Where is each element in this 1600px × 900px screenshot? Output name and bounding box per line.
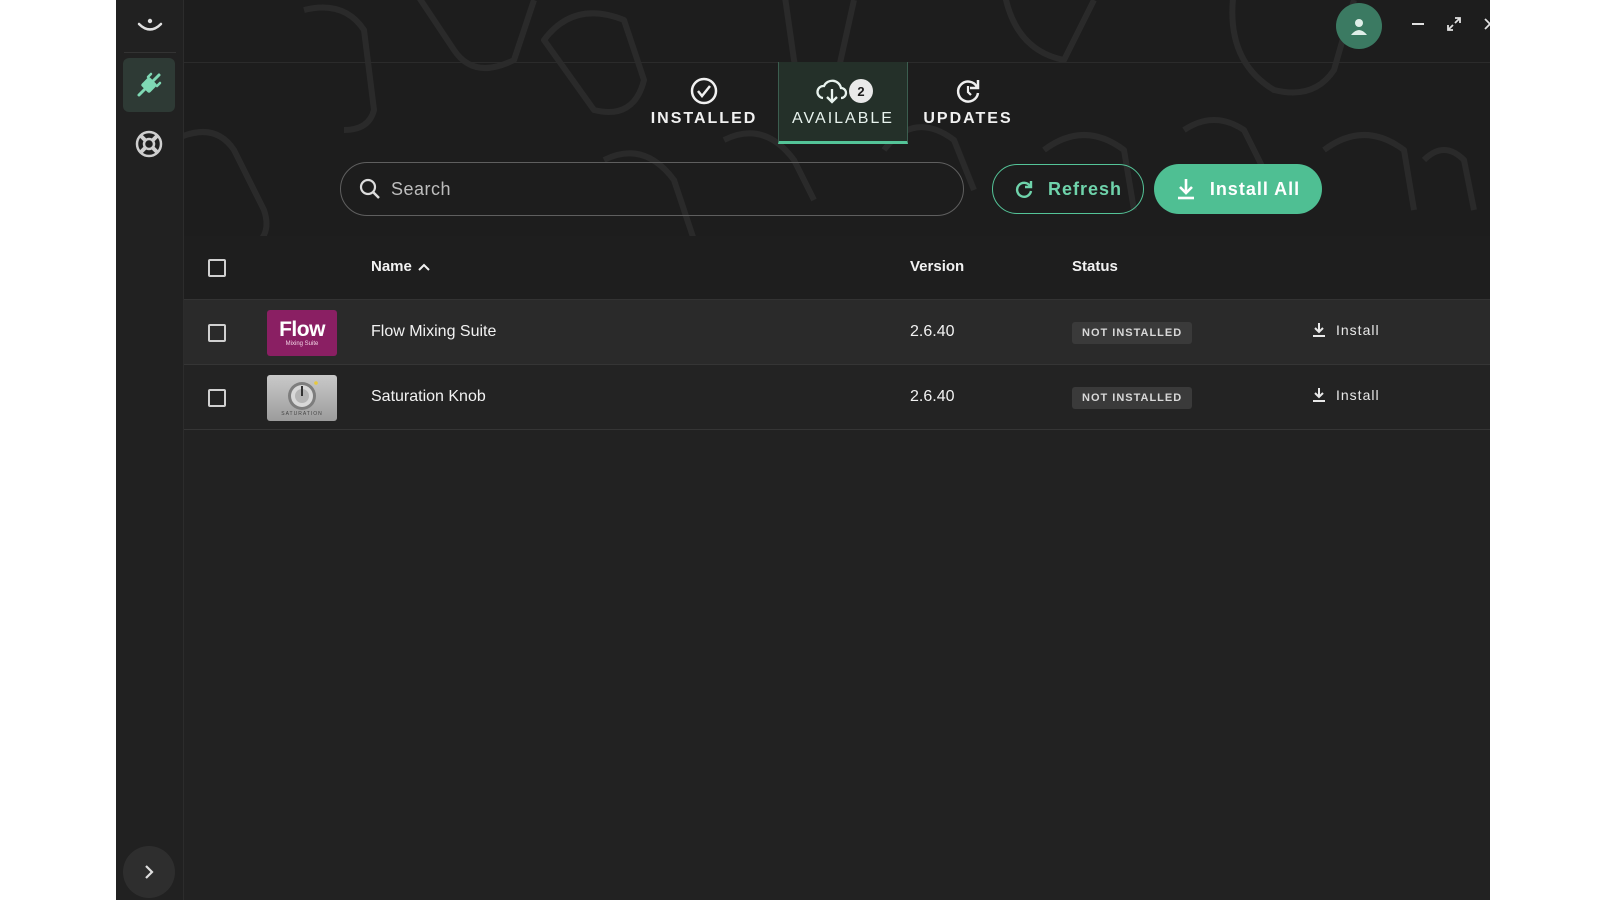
tab-available-label: AVAILABLE — [792, 110, 894, 127]
thumbnail-title: Flow — [279, 317, 325, 341]
refresh-button[interactable]: Refresh — [992, 164, 1144, 214]
close-button[interactable] — [1472, 8, 1490, 40]
plugin-table: Name Version Status Flow Mixing Suite Fl… — [184, 236, 1490, 900]
install-label: Install — [1336, 387, 1380, 403]
rail-divider — [124, 52, 176, 53]
thumbnail-subtitle: SATURATION — [281, 411, 323, 417]
column-header-name-label: Name — [371, 258, 412, 275]
download-icon — [1177, 179, 1194, 200]
install-button[interactable]: Install — [1312, 322, 1380, 338]
refresh-circle-icon — [956, 80, 980, 103]
user-avatar-button[interactable] — [1336, 3, 1382, 49]
plugin-version: 2.6.40 — [910, 323, 955, 340]
plugin-name: Flow Mixing Suite — [371, 323, 497, 340]
tab-updates[interactable]: UPDATES — [908, 62, 1028, 144]
app-window: INSTALLED 2 AVAILABLE UPDATES Search Ref… — [116, 0, 1490, 900]
install-all-label: Install All — [1209, 178, 1301, 199]
smiley-logo-icon[interactable] — [129, 4, 171, 46]
install-all-button[interactable]: Install All — [1154, 164, 1322, 214]
chevron-right-icon — [145, 865, 154, 879]
search-input[interactable]: Search — [340, 162, 964, 216]
header-area: INSTALLED 2 AVAILABLE UPDATES Search Ref… — [184, 0, 1490, 236]
row-checkbox[interactable] — [208, 389, 226, 407]
table-header: Name Version Status — [184, 236, 1490, 300]
check-circle-icon — [690, 77, 718, 105]
tab-bar: INSTALLED 2 AVAILABLE UPDATES — [184, 62, 1490, 144]
install-label: Install — [1336, 322, 1380, 338]
available-count-badge: 2 — [849, 79, 873, 103]
status-badge: NOT INSTALLED — [1072, 387, 1193, 409]
tab-updates-label: UPDATES — [923, 110, 1013, 127]
plugins-nav-icon[interactable] — [123, 58, 175, 112]
search-placeholder: Search — [391, 178, 452, 199]
refresh-label: Refresh — [1047, 178, 1123, 199]
tab-available[interactable]: 2 AVAILABLE — [778, 62, 908, 144]
minimize-button[interactable] — [1400, 8, 1436, 40]
sort-ascending-icon — [418, 263, 430, 271]
maximize-button[interactable] — [1436, 8, 1472, 40]
column-header-status[interactable]: Status — [1072, 258, 1118, 275]
thumbnail-subtitle: Mixing Suite — [285, 340, 319, 347]
column-header-version[interactable]: Version — [910, 258, 964, 275]
plugin-name: Saturation Knob — [371, 388, 486, 405]
download-icon — [1313, 323, 1325, 337]
knob-image-icon — [288, 381, 318, 410]
expand-sidebar-button[interactable] — [123, 846, 175, 898]
tab-installed[interactable]: INSTALLED — [644, 62, 764, 144]
plugin-thumbnail: SATURATION — [267, 375, 337, 421]
column-header-name[interactable]: Name — [371, 258, 430, 275]
search-icon — [359, 178, 380, 199]
table-row[interactable]: Flow Mixing Suite Flow Mixing Suite 2.6.… — [184, 300, 1490, 365]
plugin-thumbnail: Flow Mixing Suite — [267, 310, 337, 356]
left-rail — [116, 0, 184, 900]
select-all-checkbox[interactable] — [208, 259, 226, 277]
lifebuoy-support-icon[interactable] — [123, 118, 175, 170]
status-badge: NOT INSTALLED — [1072, 322, 1193, 344]
table-row[interactable]: SATURATION Saturation Knob 2.6.40 NOT IN… — [184, 365, 1490, 430]
refresh-icon — [1015, 181, 1033, 198]
plugin-version: 2.6.40 — [910, 388, 955, 405]
minimize-icon — [1412, 23, 1424, 25]
tab-installed-label: INSTALLED — [650, 110, 758, 127]
install-button[interactable]: Install — [1312, 387, 1380, 403]
expand-arrows-icon — [1447, 17, 1461, 31]
cloud-download-icon — [816, 79, 848, 104]
row-checkbox[interactable] — [208, 324, 226, 342]
download-icon — [1313, 388, 1325, 402]
close-icon — [1484, 18, 1490, 30]
user-icon — [1351, 19, 1367, 35]
